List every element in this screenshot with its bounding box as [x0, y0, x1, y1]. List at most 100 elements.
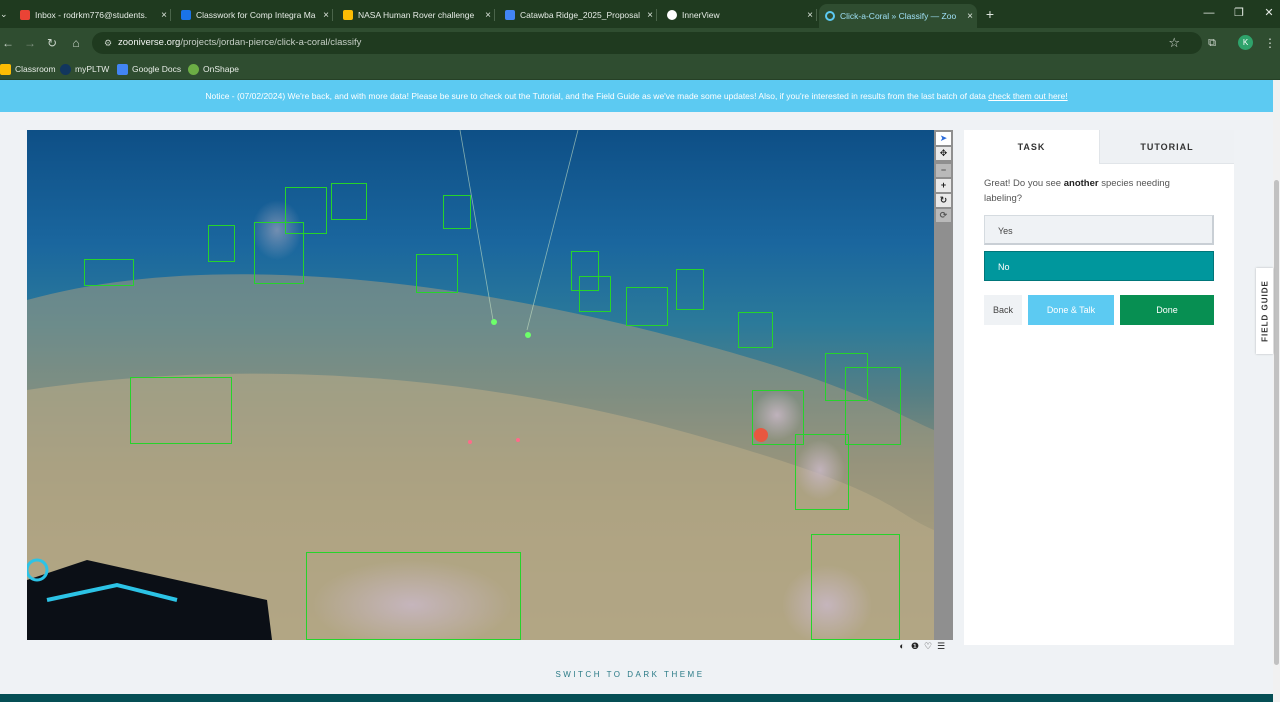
- google-docs-icon: [117, 63, 128, 75]
- bookmark-mypltw[interactable]: myPLTW: [60, 62, 109, 76]
- annotation-box[interactable]: [416, 254, 458, 293]
- profile-avatar[interactable]: K: [1238, 35, 1253, 50]
- tab-close-icon[interactable]: ×: [963, 11, 977, 22]
- invert-contrast-icon[interactable]: ◐: [897, 641, 907, 651]
- tab-click-a-coral[interactable]: Click-a-Coral » Classify — Zoo ×: [819, 4, 977, 28]
- bookmark-google-docs[interactable]: Google Docs: [117, 62, 181, 76]
- tab-title: Inbox - rodrkm776@students.: [35, 10, 148, 20]
- bookmark-star-icon[interactable]: ☆: [1168, 35, 1180, 51]
- zooniverse-icon: [825, 11, 835, 21]
- close-window-icon[interactable]: ✕: [1260, 5, 1278, 21]
- pltw-icon: [60, 63, 71, 75]
- home-icon[interactable]: ⌂: [68, 35, 84, 51]
- google-drive-icon: [343, 10, 353, 20]
- classroom-icon: [0, 63, 11, 75]
- tab-search-icon[interactable]: ⌄: [0, 7, 10, 21]
- done-button[interactable]: Done: [1120, 295, 1214, 325]
- site-info-icon[interactable]: ⚙: [101, 36, 115, 50]
- move-tool-icon[interactable]: ✥: [936, 147, 951, 160]
- tab-close-icon[interactable]: ×: [643, 10, 657, 21]
- tab-close-icon[interactable]: ×: [319, 10, 333, 21]
- zoom-in-icon[interactable]: +: [936, 179, 951, 192]
- annotation-box[interactable]: [306, 552, 521, 640]
- annotation-box[interactable]: [795, 434, 849, 510]
- forward-arrow-icon[interactable]: →: [22, 35, 38, 51]
- subject-meta-tools: ◐ ❶ ♡ ☰: [897, 641, 946, 653]
- field-guide-tab[interactable]: FIELD GUIDE: [1256, 268, 1273, 354]
- question-emphasis: another: [1063, 178, 1099, 189]
- tab-close-icon[interactable]: ×: [481, 10, 495, 21]
- reset-view-icon[interactable]: ⟳: [936, 209, 951, 222]
- notice-link[interactable]: check them out here!: [988, 91, 1067, 101]
- metadata-info-icon[interactable]: ❶: [910, 641, 920, 651]
- innerview-icon: [667, 10, 677, 20]
- pointer-tool-icon[interactable]: ➤: [936, 132, 951, 145]
- tab-catawba-proposal[interactable]: Catawba Ridge_2025_Proposal ×: [499, 4, 657, 26]
- gmail-icon: [20, 10, 30, 20]
- bookmark-onshape[interactable]: OnShape: [188, 62, 239, 76]
- google-docs-icon: [505, 10, 515, 20]
- back-arrow-icon[interactable]: ←: [0, 35, 16, 51]
- bookmarks-bar: Classroom myPLTW Google Docs OnShape: [0, 58, 1280, 80]
- onshape-icon: [188, 63, 199, 75]
- tab-nasa-rover[interactable]: NASA Human Rover challenge ×: [337, 4, 495, 26]
- field-guide-label: FIELD GUIDE: [1260, 280, 1269, 342]
- tab-tutorial[interactable]: TUTORIAL: [1099, 130, 1234, 164]
- reload-icon[interactable]: ↻: [44, 35, 60, 51]
- annotation-box[interactable]: [626, 287, 668, 326]
- annotation-box[interactable]: [738, 312, 773, 348]
- tab-task[interactable]: TASK: [964, 130, 1099, 164]
- annotation-box[interactable]: [443, 195, 471, 229]
- image-toolbar: ➤ ✥ − + ↻ ⟳: [934, 130, 953, 640]
- annotation-box[interactable]: [208, 225, 235, 262]
- annotation-box[interactable]: [579, 276, 611, 312]
- collections-list-icon[interactable]: ☰: [936, 641, 946, 651]
- zoom-out-icon[interactable]: −: [936, 164, 951, 177]
- scrollbar-thumb[interactable]: [1274, 180, 1279, 665]
- tab-close-icon[interactable]: ×: [157, 10, 171, 21]
- bookmark-label: OnShape: [203, 64, 239, 74]
- bookmark-classroom[interactable]: Classroom: [0, 62, 56, 76]
- address-bar[interactable]: ⚙ zooniverse.org/projects/jordan-pierce/…: [92, 32, 1202, 54]
- done-and-talk-button[interactable]: Done & Talk: [1028, 295, 1114, 325]
- rotate-icon[interactable]: ↻: [936, 194, 951, 207]
- question-prefix: Great! Do you see: [984, 178, 1064, 189]
- notice-text: Notice - (07/02/2024) We're back, and wi…: [205, 91, 986, 101]
- tab-classwork[interactable]: Classwork for Comp Integra Ma ×: [175, 4, 333, 26]
- minimize-icon[interactable]: —: [1200, 5, 1218, 21]
- tab-title: InnerView: [682, 10, 720, 20]
- bookmark-label: Google Docs: [132, 64, 182, 74]
- task-question: Great! Do you see another species needin…: [984, 176, 1204, 206]
- address-toolbar: ← → ↻ ⌂ ⚙ zooniverse.org/projects/jordan…: [0, 28, 1280, 58]
- url-domain: zooniverse.org: [118, 37, 181, 48]
- restore-icon[interactable]: ❐: [1230, 5, 1248, 21]
- tab-title: NASA Human Rover challenge: [358, 10, 475, 20]
- tab-gmail-inbox[interactable]: Inbox - rodrkm776@students. ×: [14, 4, 171, 26]
- browser-tab-strip: ⌄ Inbox - rodrkm776@students. × Classwor…: [0, 0, 1280, 28]
- tab-innerview[interactable]: InnerView ×: [661, 4, 817, 26]
- switch-theme-link[interactable]: SWITCH TO DARK THEME: [0, 670, 1260, 679]
- url-text[interactable]: zooniverse.org/projects/jordan-pierce/cl…: [118, 37, 361, 48]
- annotation-box[interactable]: [676, 269, 704, 310]
- annotation-box[interactable]: [130, 377, 232, 444]
- tab-title: Click-a-Coral » Classify — Zoo: [840, 11, 957, 21]
- extensions-puzzle-icon[interactable]: ⧉: [1204, 35, 1220, 51]
- page-scrollbar[interactable]: [1273, 80, 1280, 702]
- subject-image[interactable]: [27, 130, 934, 640]
- annotation-box[interactable]: [84, 259, 134, 286]
- answer-yes[interactable]: Yes: [984, 215, 1214, 245]
- tab-close-icon[interactable]: ×: [803, 10, 817, 21]
- annotation-box[interactable]: [331, 183, 367, 220]
- tab-title: Catawba Ridge_2025_Proposal: [520, 10, 641, 20]
- site-footer: [0, 694, 1273, 702]
- favorite-heart-icon[interactable]: ♡: [923, 641, 933, 651]
- annotation-box[interactable]: [811, 534, 900, 640]
- bookmark-label: Classroom: [15, 64, 56, 74]
- annotation-box[interactable]: [285, 187, 327, 234]
- new-tab-button[interactable]: +: [983, 6, 997, 22]
- back-button[interactable]: Back: [984, 295, 1022, 325]
- answer-no[interactable]: No: [984, 251, 1214, 281]
- browser-menu-icon[interactable]: ⋮: [1264, 35, 1276, 51]
- tab-title: Classwork for Comp Integra Ma: [196, 10, 316, 20]
- annotation-box[interactable]: [845, 367, 901, 445]
